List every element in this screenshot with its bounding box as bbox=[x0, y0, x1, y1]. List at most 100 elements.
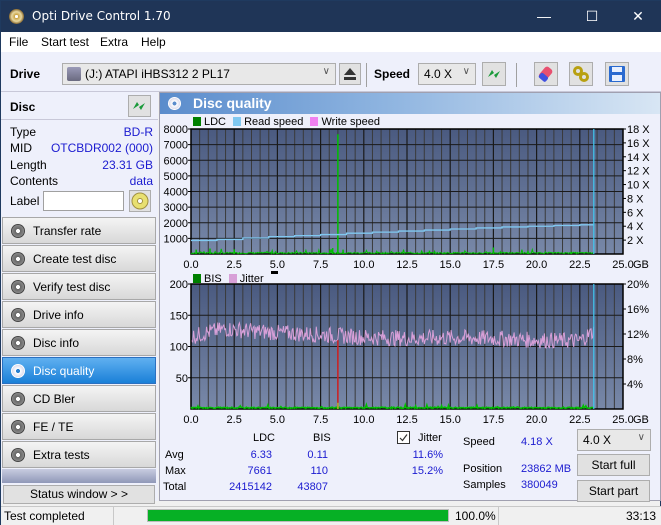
disc-label-key: Label bbox=[10, 194, 40, 208]
status-window-button[interactable]: Status window > > bbox=[3, 485, 155, 504]
x-axis-unit: GB bbox=[633, 414, 649, 426]
disc-label-input[interactable] bbox=[43, 191, 124, 211]
y-tick-label-right: 16 X bbox=[627, 138, 650, 150]
maximize-button[interactable]: ☐ bbox=[569, 1, 615, 32]
y-tick-label-right: 18 X bbox=[627, 124, 650, 136]
x-tick-label: 2.5 bbox=[227, 259, 242, 271]
app-disc-icon bbox=[9, 9, 24, 24]
x-axis-unit: GB bbox=[633, 259, 649, 271]
speed-select[interactable]: 4.0 X ∨ bbox=[418, 63, 476, 85]
y-tick-label-right: 2 X bbox=[627, 235, 644, 247]
y-tick-label-right: 12 X bbox=[627, 166, 650, 178]
status-divider bbox=[113, 507, 114, 525]
disc-contents-key: Contents bbox=[10, 174, 59, 188]
status-text: Test completed bbox=[4, 509, 85, 523]
nav-fe-te[interactable]: FE / TE bbox=[2, 413, 156, 440]
transfer-rate-icon bbox=[11, 224, 25, 238]
disc-length-key: Length bbox=[10, 158, 47, 172]
drive-select[interactable]: (J:) ATAPI iHBS312 2 PL17 ∨ bbox=[62, 63, 336, 85]
x-tick-label: 15.0 bbox=[439, 259, 460, 271]
x-tick-label: 20.0 bbox=[526, 414, 547, 426]
y-tick-label-left: 2000 bbox=[164, 218, 188, 230]
start-part-button[interactable]: Start part bbox=[577, 480, 650, 502]
x-tick-label: 0.0 bbox=[183, 414, 198, 426]
x-tick-label: 0.0 bbox=[183, 259, 198, 271]
nav-label: Disc quality bbox=[33, 364, 95, 378]
jitter-checkbox[interactable] bbox=[397, 431, 410, 444]
stats-avg-jitter: 11.6% bbox=[412, 449, 443, 461]
nav-disc-info[interactable]: Disc info bbox=[2, 329, 156, 356]
x-tick-label: 2.5 bbox=[227, 414, 242, 426]
chevron-down-icon: ∨ bbox=[637, 432, 645, 443]
settings-button[interactable] bbox=[569, 62, 593, 86]
nav-label: Extra tests bbox=[33, 448, 90, 462]
y-tick-label-left: 3000 bbox=[164, 202, 188, 214]
nav-verify-test-disc[interactable]: Verify test disc bbox=[2, 273, 156, 300]
stats-max-ldc: 7661 bbox=[247, 465, 272, 477]
nav-disc-quality[interactable]: Disc quality bbox=[2, 357, 156, 384]
x-tick-label: 15.0 bbox=[439, 414, 460, 426]
x-tick-label: 22.5 bbox=[569, 259, 590, 271]
disc-type-row: Type BD-R bbox=[10, 125, 153, 142]
floppy-save-icon bbox=[609, 66, 625, 82]
gears-icon bbox=[573, 66, 589, 82]
nav-create-test-disc[interactable]: Create test disc bbox=[2, 245, 156, 272]
minimize-button[interactable]: — bbox=[521, 1, 567, 32]
erase-button[interactable] bbox=[534, 62, 558, 86]
panel-header: Disc quality bbox=[160, 93, 660, 114]
panel-title: Disc quality bbox=[193, 95, 272, 111]
nav-transfer-rate[interactable]: Transfer rate bbox=[2, 217, 156, 244]
drive-info-icon bbox=[11, 308, 25, 322]
menu-file[interactable]: File bbox=[9, 35, 28, 49]
y-tick-label-left: 6000 bbox=[164, 155, 188, 167]
save-button[interactable] bbox=[605, 62, 629, 86]
y-tick-label-right: 4% bbox=[627, 379, 643, 391]
nav-drive-info[interactable]: Drive info bbox=[2, 301, 156, 328]
disc-refresh-button[interactable] bbox=[128, 95, 151, 117]
refresh-button[interactable] bbox=[482, 62, 506, 86]
x-tick-label: 10.0 bbox=[353, 259, 374, 271]
disc-length-row: Length 23.31 GB bbox=[10, 158, 153, 175]
nav-label: Transfer rate bbox=[33, 224, 102, 238]
charts-svg: 8000 7000 6000 5000 4000 3000 2000 1000 18 X 16 X… bbox=[164, 124, 651, 426]
progress-fill bbox=[148, 510, 448, 521]
nav-cd-bler[interactable]: CD Bler bbox=[2, 385, 156, 412]
eject-button[interactable] bbox=[339, 63, 361, 85]
stats-avg-bis: 0.11 bbox=[307, 449, 328, 461]
disc-quality-icon bbox=[11, 364, 25, 378]
menu-extra[interactable]: Extra bbox=[100, 35, 128, 49]
stats-avg-ldc: 6.33 bbox=[250, 449, 272, 461]
test-speed-value: 4.0 X bbox=[583, 433, 612, 447]
nav-label: CD Bler bbox=[33, 392, 76, 406]
stats-total-ldc: 2415142 bbox=[229, 481, 272, 493]
test-speed-select[interactable]: 4.0 X ∨ bbox=[577, 429, 651, 451]
x-tick-label: 10.0 bbox=[353, 414, 374, 426]
checkmark-icon bbox=[399, 434, 408, 442]
menu-bar: File Start test Extra Help bbox=[1, 32, 661, 52]
disc-mid-row: MID OTCBDR002 (000) bbox=[10, 141, 153, 158]
menu-start-test[interactable]: Start test bbox=[41, 35, 89, 49]
toolbar-separator bbox=[366, 63, 367, 87]
stats-total-bis: 43807 bbox=[297, 481, 328, 493]
close-button[interactable]: ✕ bbox=[615, 1, 661, 32]
stats-col-ldc: LDC bbox=[253, 432, 276, 444]
stats-col-bis: BIS bbox=[313, 432, 331, 444]
disc-label-button[interactable] bbox=[129, 190, 151, 212]
menu-help[interactable]: Help bbox=[141, 35, 166, 49]
verify-test-disc-icon bbox=[11, 280, 25, 294]
x-tick-label: 12.5 bbox=[396, 259, 417, 271]
progress-label: 100.0% bbox=[455, 509, 496, 523]
x-tick-label: 17.5 bbox=[483, 259, 504, 271]
disc-quality-icon bbox=[168, 97, 181, 110]
nav-extra-tests[interactable]: Extra tests bbox=[2, 441, 156, 468]
nav-label: Drive info bbox=[33, 308, 84, 322]
nav-label: FE / TE bbox=[33, 420, 74, 434]
stats-max-jitter: 15.2% bbox=[411, 465, 443, 477]
drive-label: Drive bbox=[10, 67, 41, 81]
start-full-button[interactable]: Start full bbox=[577, 454, 650, 476]
disc-contents-value: data bbox=[129, 174, 153, 188]
nav-label: Disc info bbox=[33, 336, 80, 350]
chevron-down-icon: ∨ bbox=[462, 66, 470, 77]
y-tick-label-left: 7000 bbox=[164, 140, 188, 152]
status-divider bbox=[498, 507, 499, 525]
